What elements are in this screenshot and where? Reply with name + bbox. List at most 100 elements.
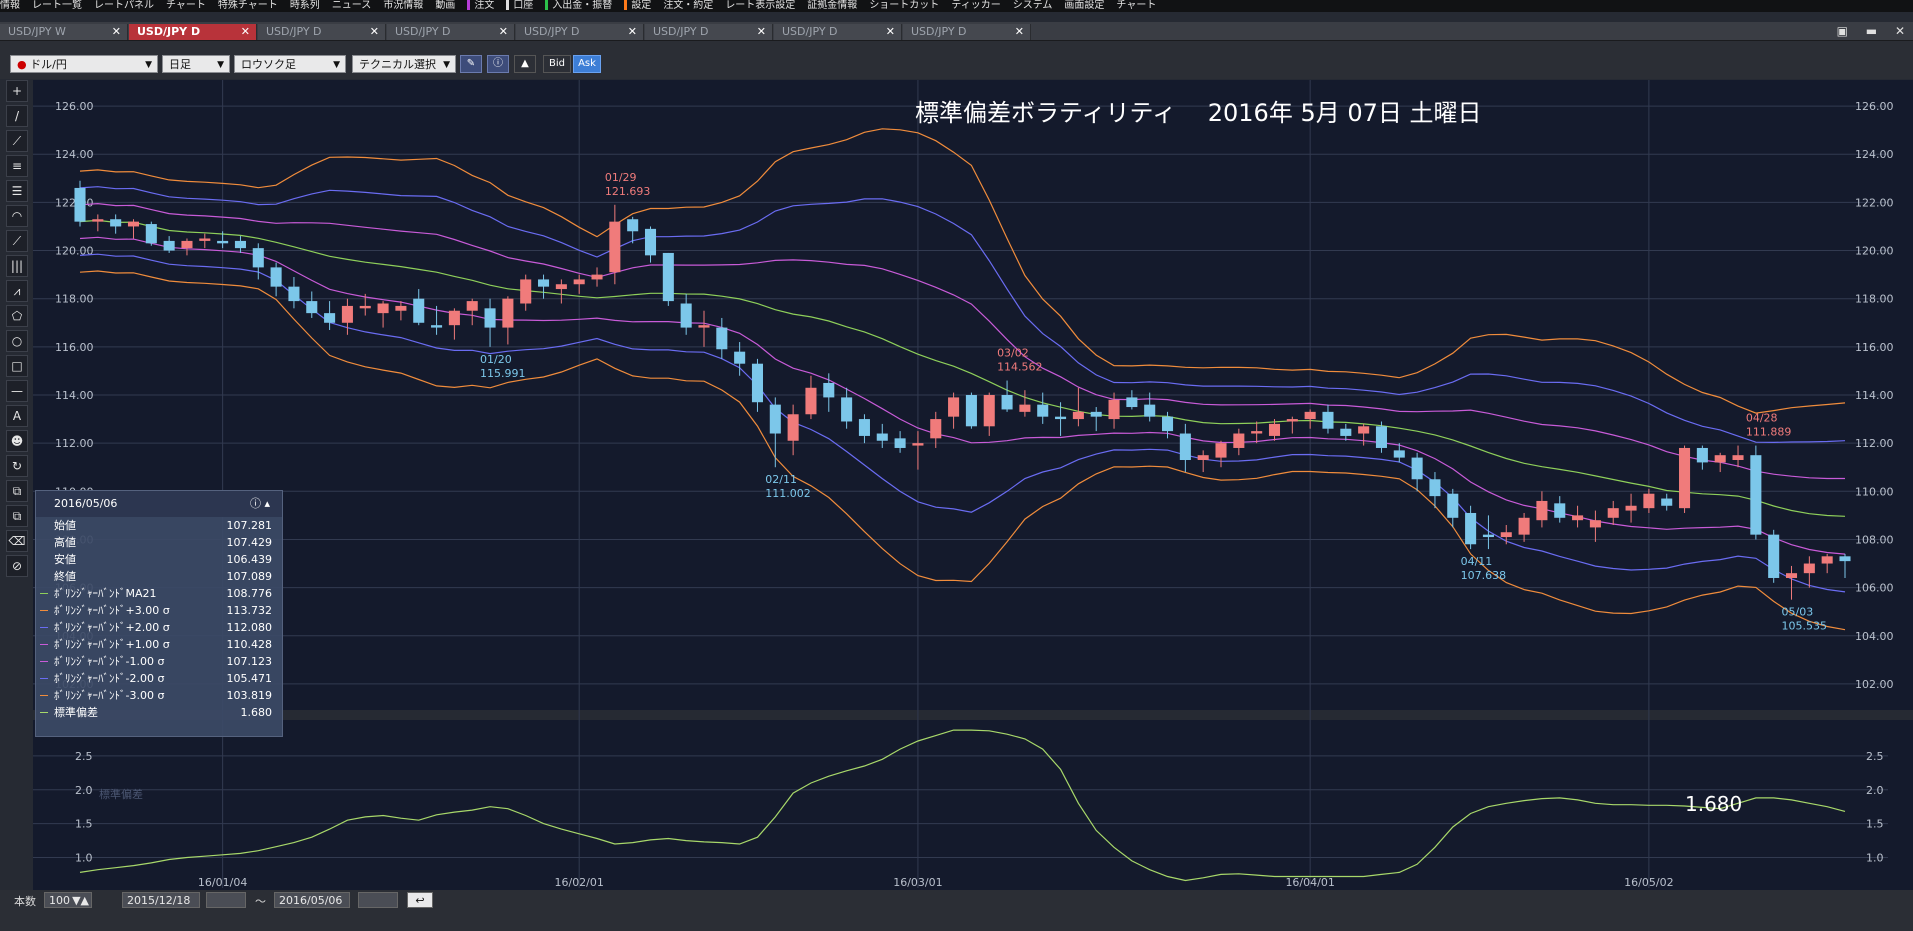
chart-tab[interactable]: USD/JPY D ✕ (387, 24, 515, 40)
menu-item[interactable]: 口座 (513, 0, 533, 12)
data-panel-label: 高値 (54, 536, 76, 549)
menu-item[interactable]: ニュース (332, 0, 372, 12)
count-select[interactable]: 100 ▼▲ (44, 892, 92, 908)
ruler-tool-icon[interactable]: ⟋ (6, 130, 28, 152)
chart-style-button[interactable]: ▲ (514, 55, 536, 73)
rectangle-tool-icon[interactable]: □ (6, 355, 28, 377)
close-tab-icon[interactable]: ✕ (370, 24, 379, 40)
candle-body (1322, 411, 1334, 429)
erase-all-tool-icon[interactable]: ⊘ (6, 555, 28, 577)
menu-item[interactable]: レートパネル (94, 0, 154, 12)
paste-tool-icon[interactable]: ⧉ (6, 505, 28, 527)
data-panel-label: 標準偏差 (54, 706, 98, 719)
copy-tool-icon[interactable]: ⧉ (6, 480, 28, 502)
menu-item[interactable]: 情報 (0, 0, 20, 12)
text-tool-icon[interactable]: A (6, 405, 28, 427)
menu-item[interactable]: 注文・約定 (663, 0, 713, 12)
std-deviation-value: 1.680 (1685, 792, 1742, 816)
technical-select[interactable]: テクニカル選択 ▼ (352, 55, 456, 73)
pen-button[interactable]: ✎ (460, 55, 482, 73)
bid-button[interactable]: Bid (543, 55, 571, 73)
data-panel-value: 106.439 (226, 553, 273, 566)
close-tab-icon[interactable]: ✕ (886, 24, 895, 40)
menu-separator (624, 0, 628, 10)
candle-body (609, 221, 621, 273)
chart-area[interactable]: 126.00 126.00 124.00 124.00 122.00 122.00 120.… (33, 80, 1913, 890)
candle-body (823, 382, 835, 398)
trendline-tool-icon[interactable]: / (6, 105, 28, 127)
series-swatch (40, 610, 48, 611)
menu-item[interactable]: システム (1013, 0, 1053, 12)
rotate-tool-icon[interactable]: ↻ (6, 455, 28, 477)
close-tab-icon[interactable]: ✕ (757, 24, 766, 40)
ask-button[interactable]: Ask (573, 55, 601, 73)
chart-tab[interactable]: USD/JPY D ✕ (645, 24, 773, 40)
menu-item[interactable]: 証拠金情報 (807, 0, 857, 12)
menu-item[interactable]: 画面設定 (1064, 0, 1104, 12)
vertical-lines-tool-icon[interactable]: ||| (6, 255, 28, 277)
close-tab-icon[interactable]: ✕ (499, 24, 508, 40)
to-date-input[interactable]: 2016/05/06 (274, 892, 350, 908)
menu-item[interactable]: ショートカット (869, 0, 939, 12)
line-tool-icon[interactable]: — (6, 380, 28, 402)
data-panel-row: ﾎﾞﾘﾝｼﾞｬｰﾊﾞﾝﾄﾞ+2.00 σ 112.080 (36, 619, 282, 636)
data-panel-value: 107.429 (226, 536, 273, 549)
horizontal-line-tool-icon[interactable]: ≡ (6, 155, 28, 177)
chart-tab[interactable]: USD/JPY D ✕ (129, 24, 257, 40)
price-chart-svg: 126.00 126.00 124.00 124.00 122.00 122.00 120.… (33, 80, 1913, 890)
candle-body (930, 419, 942, 439)
chart-tab[interactable]: USD/JPY D ✕ (258, 24, 386, 40)
close-tab-icon[interactable]: ✕ (1015, 24, 1024, 40)
from-time-input[interactable] (206, 892, 246, 908)
info-icon[interactable]: ⓘ ▴ (250, 491, 270, 517)
close-tab-icon[interactable]: ✕ (628, 24, 637, 40)
chart-tab[interactable]: USD/JPY D ✕ (903, 24, 1031, 40)
from-date-input[interactable]: 2015/12/18 (122, 892, 200, 908)
menu-item[interactable]: レート表示設定 (725, 0, 795, 12)
pentagon-tool-icon[interactable]: ⬠ (6, 305, 28, 327)
menu-item[interactable]: 特殊チャート (218, 0, 278, 12)
data-panel-row: 始値 107.281 (36, 517, 282, 534)
candle-body (324, 313, 336, 323)
menu-item[interactable]: レート一覧 (32, 0, 82, 12)
candle-body (110, 219, 122, 227)
arc-tool-icon[interactable]: ◠ (6, 205, 28, 227)
candle-body (858, 419, 870, 436)
menu-item[interactable]: 入出金・振替 (552, 0, 612, 12)
period-select[interactable]: 日足 ▼ (162, 55, 230, 73)
symbol-select[interactable]: ● ドル/円 ▼ (10, 55, 158, 73)
close-tab-icon[interactable]: ✕ (112, 24, 121, 40)
chart-tab[interactable]: USD/JPY D ✕ (516, 24, 644, 40)
menu-item[interactable]: 設定 (631, 0, 651, 12)
circle-tool-icon[interactable]: ○ (6, 330, 28, 352)
info-button[interactable]: ⓘ (487, 55, 509, 73)
minimize-icon[interactable]: ▬ (1866, 24, 1877, 38)
crosshair-tool-icon[interactable]: + (6, 80, 28, 102)
reset-button[interactable]: ↩ (407, 892, 433, 908)
menu-item[interactable]: 動画 (435, 0, 455, 12)
eraser-tool-icon[interactable]: ⌫ (6, 530, 28, 552)
menu-item[interactable]: チャート (1116, 0, 1156, 12)
chart-tab[interactable]: USD/JPY W ✕ (0, 24, 128, 40)
candle-body (787, 414, 799, 441)
chart-tab[interactable]: USD/JPY D ✕ (774, 24, 902, 40)
to-time-input[interactable] (358, 892, 398, 908)
close-icon[interactable]: ✕ (1895, 24, 1905, 38)
emoji-tool-icon[interactable]: ☻ (6, 430, 28, 452)
pitchfork-tool-icon[interactable]: ⩘ (6, 280, 28, 302)
close-tab-icon[interactable]: ✕ (241, 24, 250, 40)
menu-item[interactable]: チャート (166, 0, 206, 12)
candle-body (1768, 534, 1780, 578)
candle-body (591, 274, 603, 280)
chart-type-select[interactable]: ロウソク足 ▼ (234, 55, 346, 73)
menu-item[interactable]: ティッカー (951, 0, 1000, 12)
menu-item[interactable]: 注文 (474, 0, 494, 12)
fan-tool-icon[interactable]: ⟋ (6, 230, 28, 252)
maximize-icon[interactable]: ▣ (1837, 24, 1848, 38)
candle-body (912, 443, 924, 446)
range-bar: 本数 100 ▼▲ 2015/12/18 ～ 2016/05/06 ↩ (0, 890, 1913, 914)
fibonacci-tool-icon[interactable]: ☰ (6, 180, 28, 202)
menu-item[interactable]: 時系列 (290, 0, 320, 12)
menu-item[interactable]: 市況情報 (383, 0, 423, 12)
candle-body (1536, 500, 1548, 521)
